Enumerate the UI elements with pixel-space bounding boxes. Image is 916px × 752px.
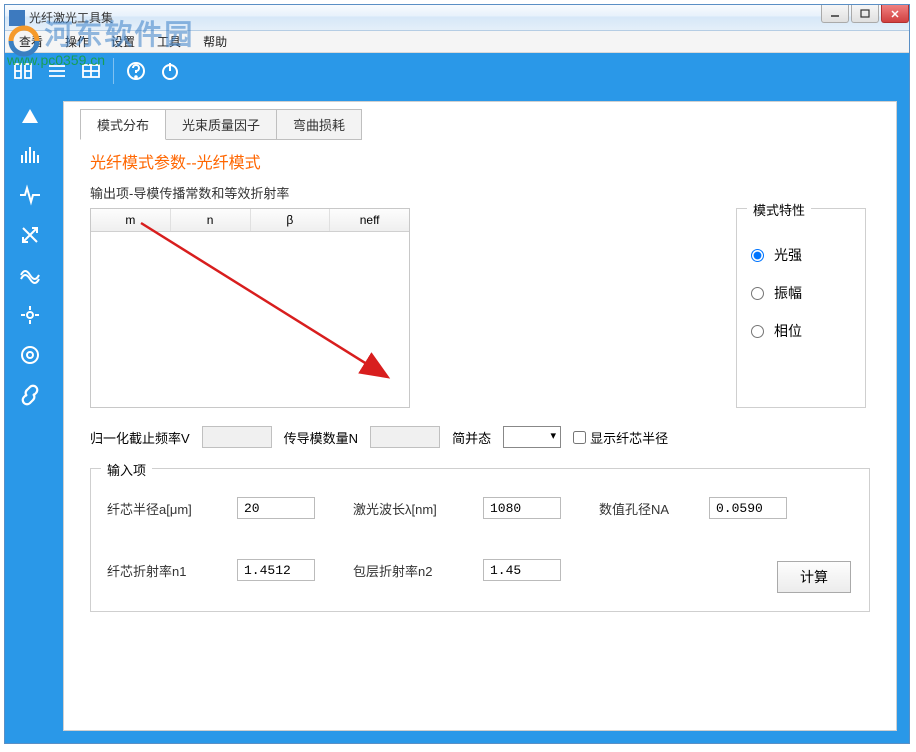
mode-characteristic-group: 模式特性 光强 振幅 相位: [736, 208, 866, 408]
menu-help[interactable]: 帮助: [195, 31, 235, 52]
tab-mode-distribution[interactable]: 模式分布: [80, 109, 166, 140]
side-triangle-icon[interactable]: [16, 101, 44, 129]
side-link-icon[interactable]: [16, 381, 44, 409]
table-header: m n β neff: [91, 209, 409, 232]
input-row-1: 纤芯半径a[μm] 激光波长λ[nm] 数值孔径NA: [107, 497, 853, 519]
tab-bend-loss[interactable]: 弯曲损耗: [276, 109, 362, 140]
side-target-icon[interactable]: [16, 341, 44, 369]
titlebar: 光纤激光工具集: [5, 5, 909, 31]
panel: 模式分布 光束质量因子 弯曲损耗 光纤模式参数--光纤模式 输出项-导模传播常数…: [63, 101, 897, 731]
sidebar: [7, 91, 53, 741]
wavelength-input[interactable]: [483, 497, 561, 519]
degeneracy-combo[interactable]: [503, 426, 561, 448]
radio-phase-label: 相位: [774, 321, 802, 341]
calculate-button[interactable]: 计算: [777, 561, 851, 593]
app-icon: [9, 10, 25, 26]
main-area: 模式分布 光束质量因子 弯曲损耗 光纤模式参数--光纤模式 输出项-导模传播常数…: [5, 89, 909, 743]
show-core-checkbox[interactable]: [573, 431, 586, 444]
th-neff[interactable]: neff: [330, 209, 409, 231]
tab-beam-quality[interactable]: 光束质量因子: [165, 109, 277, 140]
annotation-arrow: [131, 221, 411, 401]
radio-intensity[interactable]: 光强: [751, 245, 851, 265]
th-n[interactable]: n: [171, 209, 251, 231]
radio-phase[interactable]: 相位: [751, 321, 851, 341]
clad-index-label: 包层折射率n2: [353, 561, 483, 580]
tabs: 模式分布 光束质量因子 弯曲损耗: [80, 109, 880, 140]
window-controls: [821, 5, 909, 23]
toolbar: [5, 53, 909, 89]
window-title: 光纤激光工具集: [29, 9, 113, 26]
menu-tools[interactable]: 工具: [149, 31, 189, 52]
menu-settings[interactable]: 设置: [103, 31, 143, 52]
input-group: 输入项 纤芯半径a[μm] 激光波长λ[nm] 数值孔径NA 纤芯折射率n1 包…: [90, 468, 870, 612]
core-index-input[interactable]: [237, 559, 315, 581]
radio-amplitude-label: 振幅: [774, 283, 802, 303]
output-table[interactable]: m n β neff: [90, 208, 410, 408]
tool-icon-3[interactable]: [79, 59, 103, 83]
mode-group-title: 模式特性: [747, 200, 811, 219]
na-input[interactable]: [709, 497, 787, 519]
mid-row: 归一化截止频率V 传导模数量N 简并态 显示纤芯半径: [90, 426, 870, 448]
side-bars-icon[interactable]: [16, 141, 44, 169]
side-arrows-icon[interactable]: [16, 221, 44, 249]
side-wave-icon[interactable]: [16, 261, 44, 289]
output-row: m n β neff: [90, 208, 870, 408]
radio-amplitude-input[interactable]: [751, 287, 764, 300]
mode-count-field: [370, 426, 440, 448]
radio-amplitude[interactable]: 振幅: [751, 283, 851, 303]
core-index-label: 纤芯折射率n1: [107, 561, 237, 580]
minimize-button[interactable]: [821, 5, 849, 23]
help-icon[interactable]: [124, 59, 148, 83]
maximize-button[interactable]: [851, 5, 879, 23]
menubar: 河东软件园 www.pc0359.cn 查看 操作 设置 工具 帮助: [5, 31, 909, 53]
tool-icon-2[interactable]: [45, 59, 69, 83]
clad-index-input[interactable]: [483, 559, 561, 581]
close-button[interactable]: [881, 5, 909, 23]
side-pulse-icon[interactable]: [16, 181, 44, 209]
na-label: 数值孔径NA: [599, 499, 709, 518]
show-core-label: 显示纤芯半径: [590, 428, 668, 447]
content-area: 模式分布 光束质量因子 弯曲损耗 光纤模式参数--光纤模式 输出项-导模传播常数…: [55, 91, 907, 741]
radio-intensity-input[interactable]: [751, 249, 764, 262]
section-title: 光纤模式参数--光纤模式: [90, 149, 880, 173]
th-beta[interactable]: β: [251, 209, 331, 231]
app-window: 光纤激光工具集 河东软件园 www.pc0359.cn 查看: [4, 4, 910, 744]
menu-operate[interactable]: 操作: [57, 31, 97, 52]
radio-phase-input[interactable]: [751, 325, 764, 338]
power-icon[interactable]: [158, 59, 182, 83]
th-m[interactable]: m: [91, 209, 171, 231]
norm-cutoff-label: 归一化截止频率V: [90, 428, 190, 447]
radio-intensity-label: 光强: [774, 245, 802, 265]
core-radius-input[interactable]: [237, 497, 315, 519]
toolbar-separator: [113, 58, 114, 84]
norm-cutoff-field: [202, 426, 272, 448]
wavelength-label: 激光波长λ[nm]: [353, 499, 483, 518]
menu-view[interactable]: 查看: [11, 31, 51, 52]
side-expand-icon[interactable]: [16, 301, 44, 329]
tool-icon-1[interactable]: [11, 59, 35, 83]
show-core-checkbox-row[interactable]: 显示纤芯半径: [573, 428, 668, 447]
input-row-2: 纤芯折射率n1 包层折射率n2: [107, 559, 853, 581]
degeneracy-label: 简并态: [452, 428, 491, 447]
core-radius-label: 纤芯半径a[μm]: [107, 499, 237, 518]
input-group-title: 输入项: [101, 460, 152, 479]
mode-count-label: 传导模数量N: [284, 428, 358, 447]
